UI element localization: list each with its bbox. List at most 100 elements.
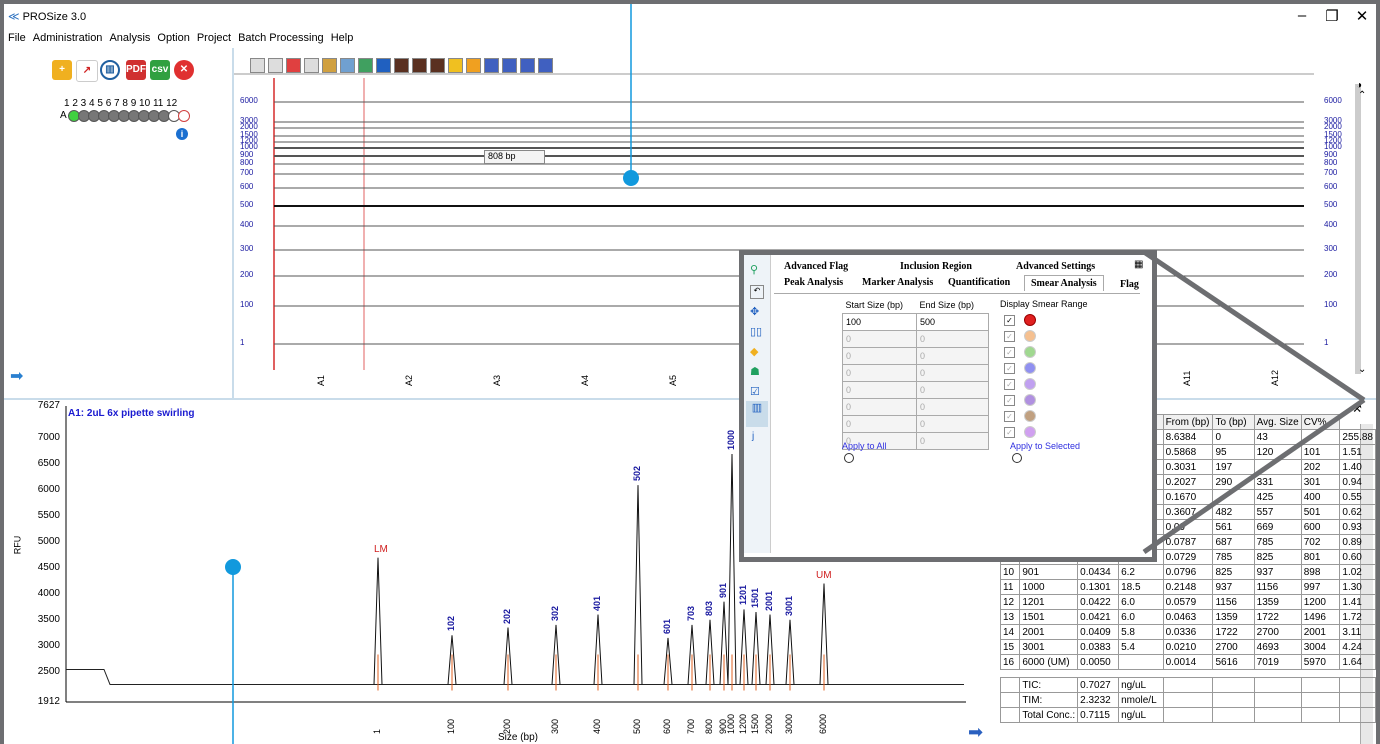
info-tool-icon[interactable]: j xyxy=(752,431,754,442)
move-icon[interactable]: ✥ xyxy=(750,305,759,318)
tab-flag[interactable]: Flag xyxy=(1120,279,1139,290)
table-row[interactable]: 15 3001 0.0383 5.4 0.0210 2700 4693 3004 4.24 xyxy=(999,639,1376,655)
bars-icon[interactable]: ▯▯ xyxy=(750,325,762,338)
scroll-down-icon[interactable]: ⌄ xyxy=(1358,364,1366,375)
start-size-cell[interactable]: 100 xyxy=(842,313,917,331)
plate-column-labels: 1 2 3 4 5 6 7 8 9 10 11 12 xyxy=(64,98,178,109)
end-size-cell[interactable]: 0 xyxy=(916,364,989,382)
table-cell xyxy=(1253,692,1302,708)
sec-chart-icon[interactable]: ↗ xyxy=(76,60,98,82)
gel-size-label: 400 xyxy=(1324,220,1338,229)
apply-all-radio[interactable] xyxy=(844,453,854,463)
menu-analysis[interactable]: Analysis xyxy=(105,30,153,44)
end-size-cell[interactable]: 0 xyxy=(916,330,989,348)
start-size-cell[interactable]: 0 xyxy=(842,381,917,399)
pdf-export-icon[interactable]: PDF xyxy=(126,60,146,80)
smear-color-dot[interactable] xyxy=(1024,330,1036,342)
report-icon[interactable]: ▥ xyxy=(100,60,120,80)
menu-help[interactable]: Help xyxy=(327,30,357,44)
restore-button[interactable]: ❐ xyxy=(1317,7,1347,25)
open-folder-icon[interactable]: + xyxy=(52,60,72,80)
well-12[interactable] xyxy=(178,110,190,122)
menu-file[interactable]: File xyxy=(4,30,29,44)
chart-bars-icon[interactable]: ▥ xyxy=(746,401,768,427)
smear-color-dot[interactable] xyxy=(1024,394,1036,406)
apply-all-link[interactable]: Apply to All xyxy=(842,441,887,451)
checklist-icon[interactable]: ☑ xyxy=(750,385,760,398)
table-row[interactable]: 11 1000 0.1301 18.5 0.2148 937 1156 997 1.30 xyxy=(999,579,1376,595)
tab-quantification[interactable]: Quantification xyxy=(948,277,1010,288)
tab-inclusion-region[interactable]: Inclusion Region xyxy=(900,261,972,272)
smear-color-dot[interactable] xyxy=(1024,410,1036,422)
table-row[interactable]: 12 1201 0.0422 6.0 0.0579 1156 1359 1200 1.41 xyxy=(999,594,1376,610)
start-size-cell[interactable]: 0 xyxy=(842,330,917,348)
table-cell: 1496 xyxy=(1300,609,1341,625)
start-size-cell[interactable]: 0 xyxy=(842,398,917,416)
people-icon[interactable]: ☗ xyxy=(750,365,760,378)
arrow-right-icon[interactable]: ➡ xyxy=(10,366,23,386)
minimize-button[interactable]: – xyxy=(1287,7,1317,24)
tab-marker-analysis[interactable]: Marker Analysis xyxy=(862,277,933,288)
table-cell: 0.0787 xyxy=(1162,534,1214,550)
end-size-cell[interactable]: 0 xyxy=(916,381,989,399)
start-size-cell[interactable]: 0 xyxy=(842,415,917,433)
smear-checkbox[interactable]: ✓ xyxy=(1004,395,1015,406)
x-tick-label: 700 xyxy=(686,718,696,734)
smear-checkbox[interactable]: ✓ xyxy=(1004,427,1015,438)
smear-color-dot[interactable] xyxy=(1024,378,1036,390)
csv-export-icon[interactable]: csv xyxy=(150,60,170,80)
menu-option[interactable]: Option xyxy=(153,30,192,44)
gel-size-label: 100 xyxy=(1324,300,1338,309)
table-row[interactable]: 14 2001 0.0409 5.8 0.0336 1722 2700 2001 3.11 xyxy=(999,624,1376,640)
menu-project[interactable]: Project xyxy=(193,30,234,44)
smear-checkbox[interactable]: ✓ xyxy=(1004,347,1015,358)
table-header-cell[interactable]: From (bp) xyxy=(1162,414,1214,430)
arrow-right-icon[interactable]: ➡ xyxy=(968,722,983,743)
smear-row: 00 xyxy=(842,347,989,365)
start-size-cell[interactable]: 0 xyxy=(842,364,917,382)
close-window-button[interactable]: ✕ xyxy=(1347,7,1376,25)
table-header-cell[interactable]: Avg. Size xyxy=(1253,414,1302,430)
end-size-cell[interactable]: 0 xyxy=(916,432,989,450)
menu-batch-processing[interactable]: Batch Processing xyxy=(234,30,327,44)
grid-icon[interactable]: ▦ xyxy=(1134,259,1143,270)
tab-smear-analysis[interactable]: Smear Analysis xyxy=(1024,275,1104,291)
end-size-cell[interactable]: 500 xyxy=(916,313,989,331)
gel-size-label: 700 xyxy=(1324,168,1338,177)
smear-color-dot[interactable] xyxy=(1024,426,1036,438)
scroll-up-icon[interactable]: ⌃ xyxy=(1358,90,1366,101)
table-row[interactable]: 10 901 0.0434 6.2 0.0796 825 937 898 1.02 xyxy=(999,564,1376,580)
smear-checkbox[interactable]: ✓ xyxy=(1004,331,1015,342)
apply-selected-radio[interactable] xyxy=(1012,453,1022,463)
apply-selected-link[interactable]: Apply to Selected xyxy=(1010,441,1080,451)
tab-advanced-flag[interactable]: Advanced Flag xyxy=(784,261,848,272)
undo-icon[interactable]: ↶ xyxy=(750,285,764,299)
end-size-cell[interactable]: 0 xyxy=(916,415,989,433)
table-row[interactable]: 13 1501 0.0421 6.0 0.0463 1359 1722 1496 1.72 xyxy=(999,609,1376,625)
start-size-cell[interactable]: 0 xyxy=(842,347,917,365)
smear-checkbox[interactable]: ✓ xyxy=(1004,315,1015,326)
table-cell xyxy=(1339,692,1376,708)
zoom-icon[interactable]: ⚲ xyxy=(750,263,758,276)
info-icon[interactable]: i xyxy=(176,128,188,140)
gel-size-label: 700 xyxy=(240,168,254,177)
smear-checkbox[interactable]: ✓ xyxy=(1004,379,1015,390)
tab-advanced-settings[interactable]: Advanced Settings xyxy=(1016,261,1095,272)
tab-peak-analysis[interactable]: Peak Analysis xyxy=(784,277,843,288)
x-tick-label: 300 xyxy=(550,718,560,734)
tag-icon[interactable]: ◆ xyxy=(750,345,758,358)
end-size-cell[interactable]: 0 xyxy=(916,398,989,416)
smear-checkbox[interactable]: ✓ xyxy=(1004,411,1015,422)
table-header-cell[interactable]: To (bp) xyxy=(1212,414,1255,430)
smear-checkbox[interactable]: ✓ xyxy=(1004,363,1015,374)
smear-color-dot[interactable] xyxy=(1024,314,1036,326)
menu-administration[interactable]: Administration xyxy=(29,30,106,44)
smear-color-dot[interactable] xyxy=(1024,362,1036,374)
smear-row: 00 xyxy=(842,330,989,348)
end-size-cell[interactable]: 0 xyxy=(916,347,989,365)
table-row[interactable]: 16 6000 (UM) 0.0050 0.0014 5616 7019 5970 1.64 xyxy=(999,654,1376,670)
table-header-cell[interactable]: CV% xyxy=(1300,414,1341,430)
close-icon[interactable]: ✕ xyxy=(174,60,194,80)
smear-color-dot[interactable] xyxy=(1024,346,1036,358)
lane-label: A12 xyxy=(1270,369,1280,386)
